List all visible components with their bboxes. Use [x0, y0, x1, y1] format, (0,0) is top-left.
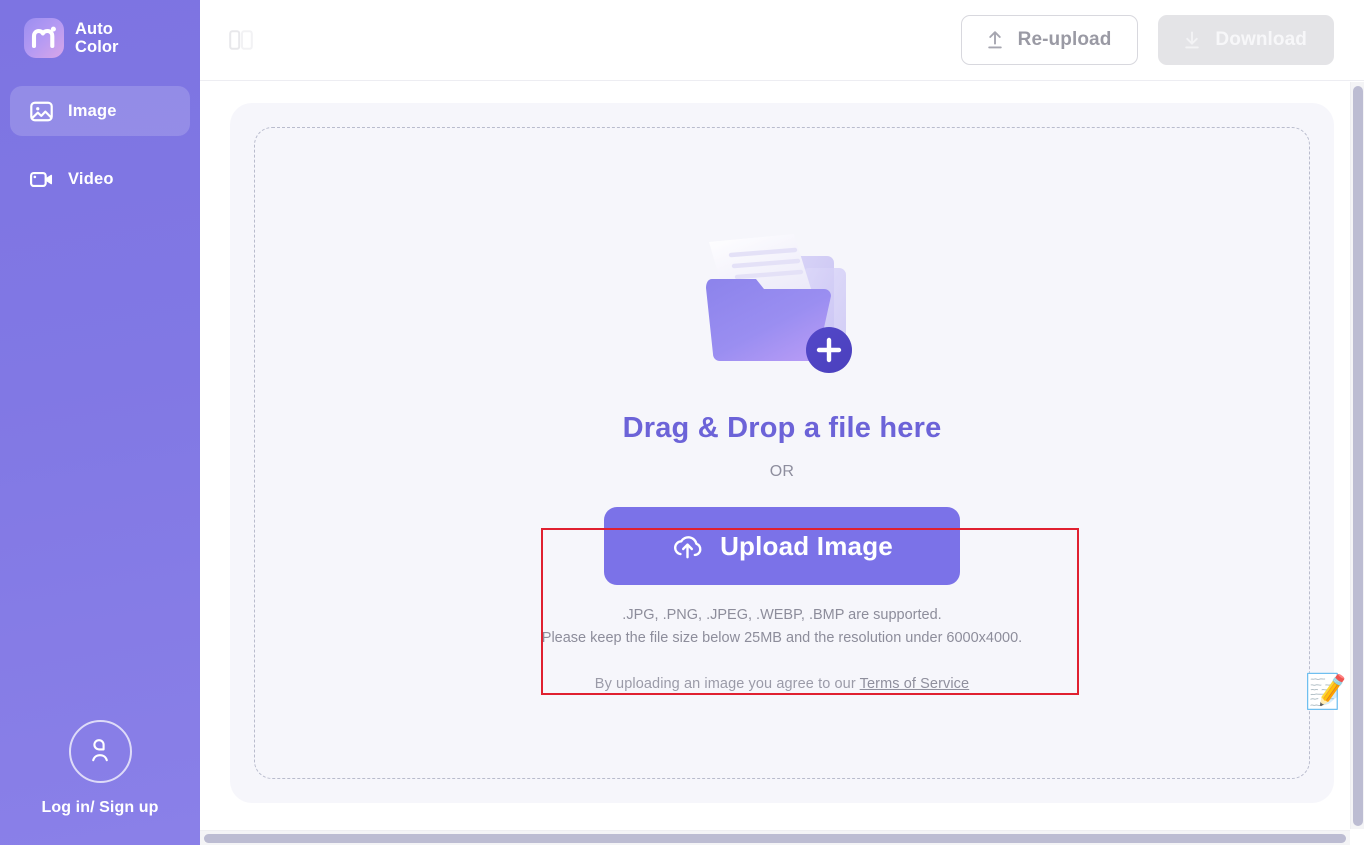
video-camera-icon — [28, 166, 54, 192]
notepad-pencil-icon[interactable]: 📝 — [1304, 670, 1348, 714]
terms-prefix: By uploading an image you agree to our — [595, 676, 860, 692]
login-signup-button[interactable]: Log in/ Sign up — [0, 720, 200, 817]
folder-with-plus-icon — [698, 228, 866, 378]
sidebar: Auto Color Image — [0, 0, 200, 845]
upload-card: Drag & Drop a file here OR Upload Image — [230, 103, 1334, 803]
brand-name: Auto Color — [75, 20, 119, 57]
or-separator: OR — [770, 463, 795, 481]
formats-hint: .JPG, .PNG, .JPEG, .WEBP, .BMP are suppo… — [542, 604, 1022, 627]
download-button[interactable]: Download — [1158, 15, 1334, 65]
main-area: Re-upload Download — [200, 0, 1364, 845]
page-title: Drag & Drop a file here — [623, 412, 942, 445]
vertical-scrollbar-thumb[interactable] — [1353, 86, 1363, 826]
vertical-scrollbar[interactable] — [1350, 82, 1364, 829]
account-label: Log in/ Sign up — [41, 799, 158, 817]
brand-logo[interactable]: Auto Color — [12, 18, 188, 58]
drag-drop-zone[interactable]: Drag & Drop a file here OR Upload Image — [254, 127, 1310, 779]
size-hint: Please keep the file size below 25MB and… — [542, 627, 1022, 650]
sidebar-item-label: Video — [68, 170, 114, 189]
horizontal-scrollbar-thumb[interactable] — [204, 834, 1346, 843]
user-avatar-icon — [69, 720, 132, 783]
media-io-m-logo-icon — [24, 18, 64, 58]
terms-notice: By uploading an image you agree to our T… — [595, 676, 969, 692]
sidebar-item-video[interactable]: Video — [10, 154, 190, 204]
terms-of-service-link[interactable]: Terms of Service — [860, 676, 970, 692]
reupload-label: Re-upload — [1018, 29, 1112, 51]
sidebar-nav: Image Video — [0, 86, 200, 204]
upload-image-button[interactable]: Upload Image — [604, 507, 960, 585]
cloud-upload-icon — [671, 530, 704, 563]
download-label: Download — [1215, 29, 1307, 51]
sidebar-item-image[interactable]: Image — [10, 86, 190, 136]
auto-color-app: Auto Color Image — [0, 0, 1364, 845]
content-area: Drag & Drop a file here OR Upload Image — [200, 81, 1364, 845]
upload-image-label: Upload Image — [720, 531, 893, 562]
download-arrow-icon — [1181, 29, 1203, 51]
image-icon — [28, 98, 54, 124]
topbar: Re-upload Download — [200, 0, 1364, 81]
upload-arrow-icon — [984, 29, 1006, 51]
reupload-button[interactable]: Re-upload — [961, 15, 1139, 65]
horizontal-scrollbar[interactable] — [200, 830, 1350, 845]
sidebar-item-label: Image — [68, 102, 117, 121]
sidebar-panel-toggle-icon[interactable] — [224, 23, 258, 57]
file-requirements: .JPG, .PNG, .JPEG, .WEBP, .BMP are suppo… — [542, 604, 1022, 651]
topbar-actions: Re-upload Download — [961, 15, 1334, 65]
